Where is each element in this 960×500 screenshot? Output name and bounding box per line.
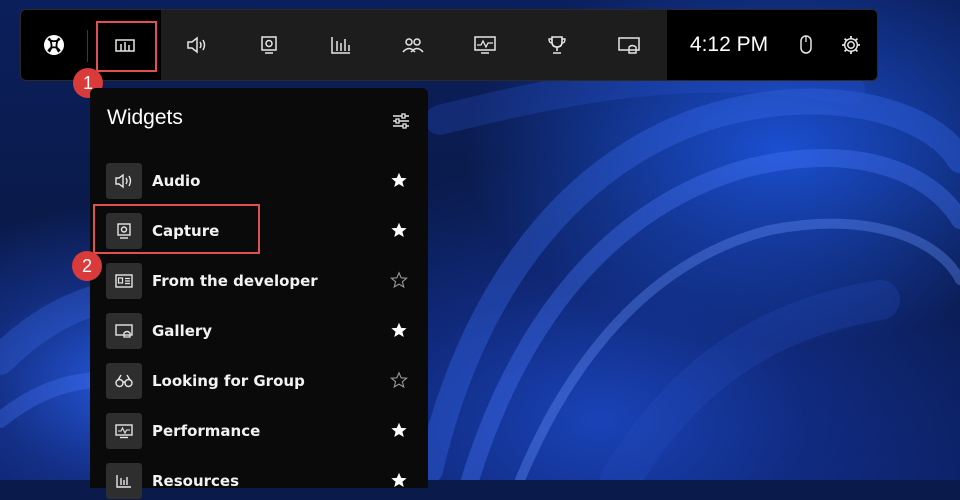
capture-button[interactable]: [233, 10, 305, 80]
performance-monitor-icon: [474, 36, 496, 54]
widget-item-resources[interactable]: Resources: [106, 462, 422, 500]
audio-icon: [187, 36, 206, 54]
favorite-star-filled-icon[interactable]: [390, 171, 408, 189]
binoculars-icon: [106, 363, 142, 399]
xbox-button[interactable]: [21, 10, 87, 80]
highlight-capture-item: [93, 204, 260, 254]
achievements-trophy-icon: [548, 36, 566, 54]
widget-item-from-the-developer[interactable]: From the developer: [106, 262, 422, 300]
highlight-widget-menu: [96, 21, 157, 72]
favorite-star-outline-icon[interactable]: [390, 371, 408, 389]
favorite-star-outline-icon[interactable]: [390, 271, 408, 289]
widget-item-label: Resources: [152, 472, 240, 490]
widget-item-performance[interactable]: Performance: [106, 412, 422, 450]
favorite-star-filled-icon[interactable]: [390, 421, 408, 439]
sliders-icon: [393, 113, 409, 129]
widget-item-label: Looking for Group: [152, 372, 305, 390]
panel-filter-button[interactable]: [390, 110, 412, 132]
widget-item-label: Audio: [152, 172, 201, 190]
widget-item-label: From the developer: [152, 272, 318, 290]
developer-icon: [106, 263, 142, 299]
widget-item-looking-for-group[interactable]: Looking for Group: [106, 362, 422, 400]
favorite-star-filled-icon[interactable]: [390, 471, 408, 489]
widget-item-label: Performance: [152, 422, 261, 440]
step-badge-2: 2: [72, 251, 102, 281]
resources-bars-icon: [106, 463, 142, 499]
social-button[interactable]: [377, 10, 449, 80]
performance-monitor-icon: [106, 413, 142, 449]
audio-button[interactable]: [161, 10, 233, 80]
widget-item-audio[interactable]: Audio: [106, 162, 422, 200]
gallery-icon: [618, 37, 640, 54]
widget-item-gallery[interactable]: Gallery: [106, 312, 422, 350]
speaker-icon: [106, 163, 142, 199]
panel-title: Widgets: [107, 106, 183, 129]
settings-gear-icon: [842, 36, 860, 54]
favorite-star-filled-icon[interactable]: [390, 221, 408, 239]
performance-button[interactable]: [305, 10, 377, 80]
performance-bars-icon: [331, 37, 350, 54]
favorite-star-filled-icon[interactable]: [390, 321, 408, 339]
social-icon: [402, 38, 424, 53]
mouse-icon: [800, 35, 812, 54]
widget-item-label: Gallery: [152, 322, 213, 340]
gallery-icon: [106, 313, 142, 349]
capture-icon: [261, 36, 277, 54]
performance-monitor-button[interactable]: [449, 10, 521, 80]
settings-button[interactable]: [821, 10, 881, 80]
achievements-button[interactable]: [521, 10, 593, 80]
widgets-panel: Widgets Audio Capture From the developer…: [90, 88, 428, 499]
xbox-icon: [44, 35, 64, 55]
bar-divider: [87, 30, 88, 62]
gallery-button[interactable]: [593, 10, 665, 80]
